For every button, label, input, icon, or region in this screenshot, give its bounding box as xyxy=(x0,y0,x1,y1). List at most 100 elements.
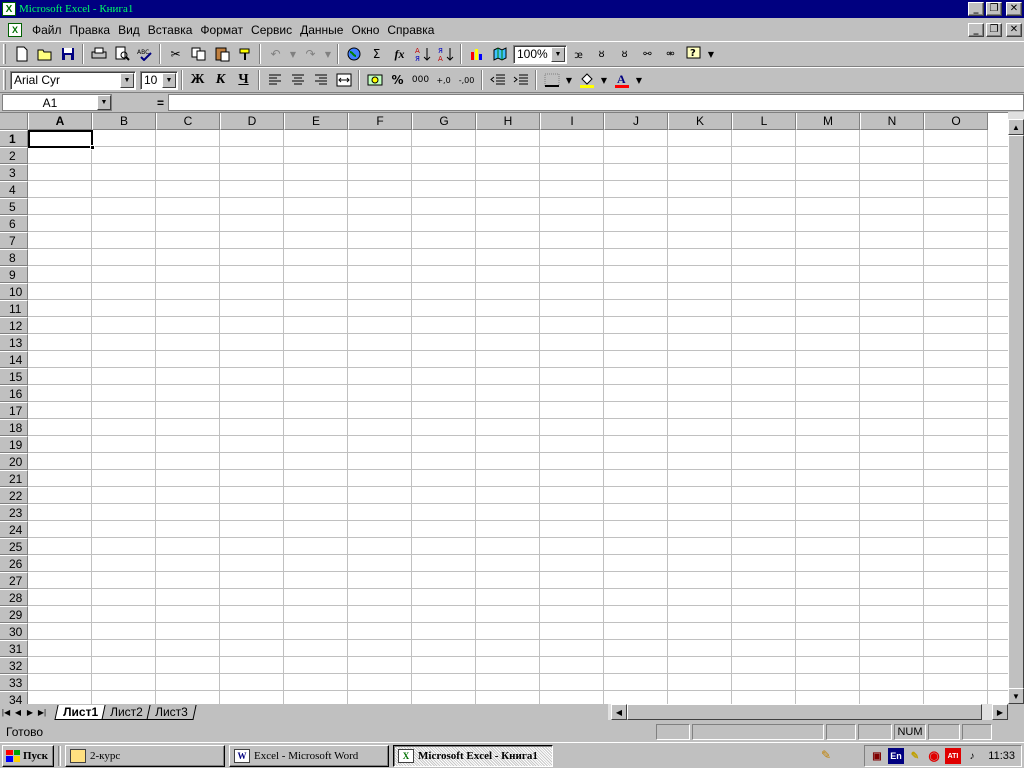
row-header[interactable]: 23 xyxy=(0,504,28,521)
italic-button[interactable]: К xyxy=(209,69,232,91)
antivirus-icon[interactable]: ◉ xyxy=(926,748,942,764)
redo-dropdown-icon[interactable]: ▼ xyxy=(322,43,334,65)
taskbar-button-word[interactable]: W Excel - Microsoft Word xyxy=(229,744,389,767)
row-header[interactable]: 22 xyxy=(0,487,28,504)
workbook-icon[interactable]: X xyxy=(8,23,22,37)
column-header[interactable]: D xyxy=(220,113,284,130)
sheet-tab-3[interactable]: Лист3 xyxy=(146,704,197,720)
pen-icon[interactable]: ✎ xyxy=(907,748,923,764)
row-header[interactable]: 34 xyxy=(0,691,28,704)
column-header[interactable]: J xyxy=(604,113,668,130)
column-header[interactable]: N xyxy=(860,113,924,130)
menu-data[interactable]: Данные xyxy=(296,23,347,37)
column-header[interactable]: F xyxy=(348,113,412,130)
web-toolbar-icon[interactable] xyxy=(342,43,365,65)
row-header[interactable]: 19 xyxy=(0,436,28,453)
menu-window[interactable]: Окно xyxy=(347,23,383,37)
row-header[interactable]: 5 xyxy=(0,198,28,215)
merge-center-icon[interactable] xyxy=(332,69,355,91)
fill-color-icon[interactable] xyxy=(575,69,598,91)
column-header[interactable]: E xyxy=(284,113,348,130)
row-header[interactable]: 21 xyxy=(0,470,28,487)
row-header[interactable]: 14 xyxy=(0,351,28,368)
thousands-separator-button[interactable]: 000 xyxy=(409,69,432,91)
language-indicator[interactable]: En xyxy=(888,748,904,764)
save-icon[interactable] xyxy=(56,43,79,65)
menu-insert[interactable]: Вставка xyxy=(144,23,197,37)
increase-indent-icon[interactable] xyxy=(509,69,532,91)
horizontal-scroll-thumb[interactable] xyxy=(627,704,982,720)
column-header[interactable]: B xyxy=(92,113,156,130)
percent-button[interactable]: % xyxy=(386,69,409,91)
menu-help[interactable]: Справка xyxy=(383,23,438,37)
row-header[interactable]: 11 xyxy=(0,300,28,317)
scroll-right-icon[interactable]: ▶ xyxy=(992,704,1008,720)
cell-style-icon[interactable]: ȣ xyxy=(590,43,613,65)
underline-button[interactable]: Ч xyxy=(232,69,255,91)
unlink-icon[interactable]: ⚮ xyxy=(659,43,682,65)
toolbar-grip[interactable] xyxy=(3,44,6,64)
row-header[interactable]: 4 xyxy=(0,181,28,198)
sheet-tab-2[interactable]: Лист2 xyxy=(101,704,152,720)
doc-close-button[interactable]: ✕ xyxy=(1006,23,1022,37)
column-header[interactable]: H xyxy=(476,113,540,130)
paste-icon[interactable] xyxy=(210,43,233,65)
restore-button[interactable]: ❐ xyxy=(986,2,1002,16)
row-header[interactable]: 29 xyxy=(0,606,28,623)
chart-wizard-icon[interactable] xyxy=(465,43,488,65)
row-header[interactable]: 6 xyxy=(0,215,28,232)
row-header[interactable]: 18 xyxy=(0,419,28,436)
fill-handle[interactable] xyxy=(90,145,95,150)
last-sheet-icon[interactable]: ▶| xyxy=(36,705,48,719)
font-color-icon[interactable]: A xyxy=(610,69,633,91)
row-header[interactable]: 30 xyxy=(0,623,28,640)
row-header[interactable]: 12 xyxy=(0,317,28,334)
column-header[interactable]: A xyxy=(28,113,92,130)
row-header[interactable]: 28 xyxy=(0,589,28,606)
start-button[interactable]: Пуск xyxy=(2,744,54,767)
formula-input[interactable] xyxy=(168,94,1024,111)
excel-icon[interactable]: X xyxy=(2,2,16,16)
doc-minimize-button[interactable]: _ xyxy=(968,23,984,37)
row-header[interactable]: 7 xyxy=(0,232,28,249)
row-header[interactable]: 10 xyxy=(0,283,28,300)
row-header[interactable]: 1 xyxy=(0,130,28,147)
font-name-select[interactable]: Arial Cyr ▼ xyxy=(10,70,136,90)
cut-icon[interactable]: ✂ xyxy=(164,43,187,65)
row-header[interactable]: 24 xyxy=(0,521,28,538)
prev-sheet-icon[interactable]: ◀ xyxy=(12,705,24,719)
align-left-icon[interactable] xyxy=(263,69,286,91)
chevron-down-icon[interactable]: ▼ xyxy=(120,72,134,88)
align-center-icon[interactable] xyxy=(286,69,309,91)
row-header[interactable]: 16 xyxy=(0,385,28,402)
row-header[interactable]: 13 xyxy=(0,334,28,351)
fill-color-dropdown-icon[interactable]: ▼ xyxy=(598,69,610,91)
name-box[interactable]: A1 ▼ xyxy=(2,94,112,111)
open-folder-icon[interactable] xyxy=(33,43,56,65)
row-header[interactable]: 3 xyxy=(0,164,28,181)
menu-tools[interactable]: Сервис xyxy=(247,23,296,37)
cell-area[interactable] xyxy=(28,130,1008,704)
row-header[interactable]: 26 xyxy=(0,555,28,572)
currency-icon[interactable] xyxy=(363,69,386,91)
row-header[interactable]: 9 xyxy=(0,266,28,283)
menu-view[interactable]: Вид xyxy=(114,23,144,37)
chevron-down-icon[interactable]: ▼ xyxy=(162,72,176,88)
vertical-scroll-thumb[interactable] xyxy=(1008,135,1024,695)
sheet-tab-1[interactable]: Лист1 xyxy=(54,704,107,720)
column-header[interactable]: O xyxy=(924,113,988,130)
link-icon[interactable]: ⚯ xyxy=(636,43,659,65)
row-header[interactable]: 27 xyxy=(0,572,28,589)
sort-descending-icon[interactable]: ЯA xyxy=(434,43,457,65)
decrease-decimal-button[interactable]: -,00 xyxy=(455,69,478,91)
column-header[interactable]: K xyxy=(668,113,732,130)
sort-ascending-icon[interactable]: AЯ xyxy=(411,43,434,65)
row-header[interactable]: 25 xyxy=(0,538,28,555)
redo-icon[interactable]: ↷ xyxy=(299,43,322,65)
close-button[interactable]: ✕ xyxy=(1006,2,1022,16)
undo-icon[interactable]: ↶ xyxy=(264,43,287,65)
doc-restore-button[interactable]: ❐ xyxy=(986,23,1002,37)
row-header[interactable]: 17 xyxy=(0,402,28,419)
chevron-down-icon[interactable]: ▼ xyxy=(551,46,565,62)
toolbar-grip[interactable] xyxy=(3,70,6,90)
